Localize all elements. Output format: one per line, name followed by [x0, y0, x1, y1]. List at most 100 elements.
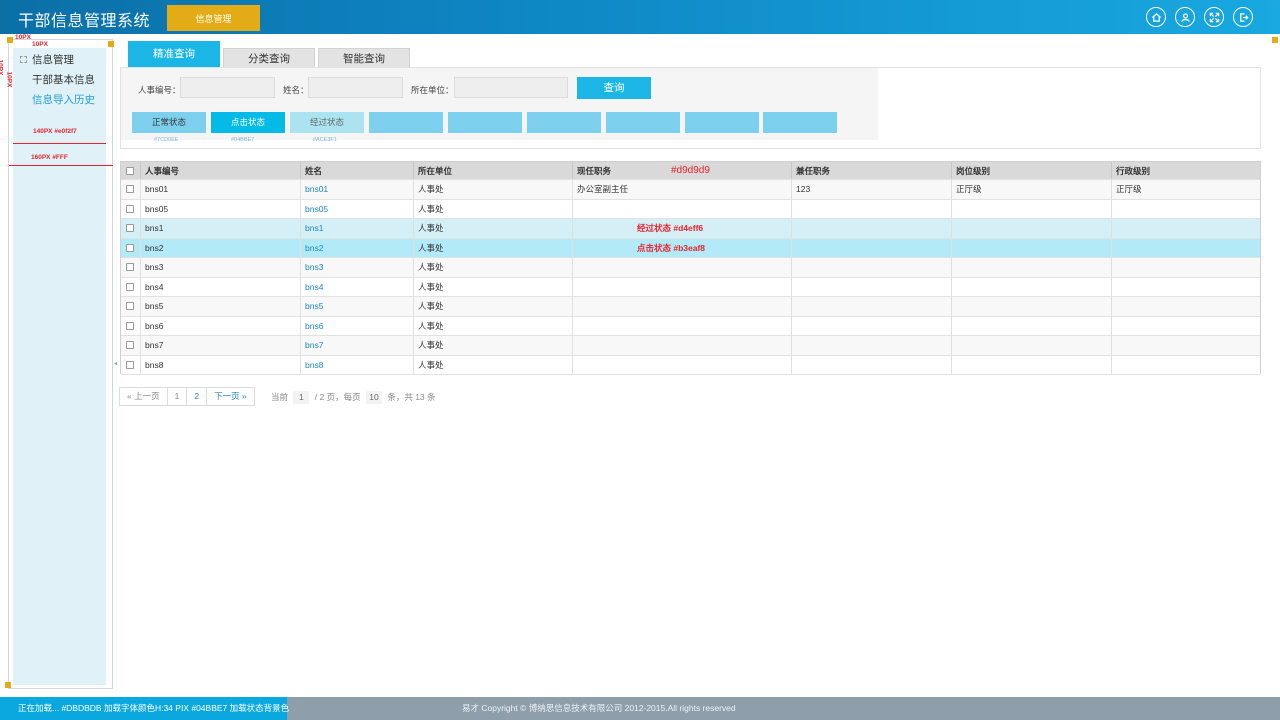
row-checkbox[interactable] [126, 224, 134, 232]
copyright-text: 易才 Copyright © 博纳思信息技术有限公司 2012-2015.All… [462, 703, 736, 713]
table-cell-post-level: 正厅级 [956, 184, 982, 194]
state-caption: #ACE3F1 [313, 137, 337, 143]
state-caption: #7CD0EE [154, 137, 179, 143]
nav-tab-info-management[interactable]: 信息管理 [167, 5, 260, 31]
name-link[interactable]: bns2 [305, 243, 323, 253]
column-header[interactable]: 岗位级别 [951, 162, 1111, 179]
row-state-annotation: 经过状态 #d4eff6 [637, 223, 704, 233]
state-button[interactable] [606, 112, 680, 133]
sidebar-item-cadre-basic-info[interactable]: 干部基本信息 [32, 72, 95, 87]
state-button[interactable] [527, 112, 601, 133]
prev-page-button[interactable]: « 上一页 [119, 387, 168, 406]
user-icon[interactable] [1175, 7, 1195, 27]
row-checkbox[interactable] [126, 204, 134, 213]
table-row[interactable]: bns05 bns05 人事处 [121, 199, 1260, 219]
name-link[interactable]: bns1 [305, 223, 323, 233]
state-button-normal[interactable]: 正常状态 [132, 112, 206, 133]
table-row[interactable]: bns6 bns6 人事处 [121, 316, 1260, 336]
pagination-info: 当前 1 / 2 页，每页 10 条，共 13 条 [271, 391, 436, 404]
table-row[interactable]: bns2 bns2 人事处 点击状态 #b3eaf8 [121, 238, 1260, 258]
collapse-arrow-icon[interactable]: ◂ [114, 360, 119, 368]
table-cell-unit: 人事处 [418, 301, 444, 311]
table-cell-unit: 人事处 [418, 184, 444, 194]
table-cell-id: bns2 [145, 242, 164, 253]
table-cell-duty: 办公室副主任 [577, 184, 629, 194]
app-header: 干部信息管理系统 信息管理 [0, 0, 1280, 34]
table-row[interactable]: bns01 bns01 人事处 办公室副主任 123 正厅级 正厅级 [121, 180, 1260, 200]
column-header[interactable]: 人事编号 [140, 162, 300, 179]
name-link[interactable]: bns5 [305, 301, 323, 311]
column-header[interactable]: 行政级别 [1111, 162, 1260, 179]
table-row[interactable]: bns8 bns8 人事处 [121, 355, 1260, 375]
fullscreen-icon[interactable] [1204, 7, 1224, 27]
unit-input[interactable] [454, 77, 568, 98]
name-link[interactable]: bns3 [305, 262, 323, 272]
row-checkbox[interactable] [126, 341, 134, 349]
table-cell-id: bns4 [145, 281, 164, 292]
table-row[interactable]: bns5 bns5 人事处 [121, 297, 1260, 317]
row-checkbox[interactable] [126, 302, 134, 310]
data-table: 人事编号 姓名 所在单位 现任职务 #d9d9d9 兼任职务 岗位级别 行政级别… [120, 161, 1261, 375]
page-number-button[interactable]: 1 [166, 387, 188, 406]
app-title: 干部信息管理系统 [18, 13, 151, 30]
table-row[interactable]: bns3 bns3 人事处 [121, 258, 1260, 278]
sidebar-item-import-history[interactable]: 信息导入历史 [32, 92, 95, 107]
next-page-button[interactable]: 下一页 » [206, 387, 255, 406]
table-cell-unit: 人事处 [418, 320, 444, 331]
column-header[interactable]: 现任职务 #d9d9d9 [572, 162, 791, 179]
sidebar-item-info-management[interactable]: 信息管理 [15, 52, 105, 68]
name-link[interactable]: bns05 [305, 204, 328, 214]
annotation-margin-left: 10PX [5, 71, 13, 88]
tab-precise-query[interactable]: 精准查询 [128, 41, 220, 67]
current-page-input[interactable]: 1 [293, 391, 310, 404]
name-link[interactable]: bns6 [305, 321, 323, 331]
select-all-checkbox[interactable] [126, 167, 134, 175]
table-cell-unit: 人事处 [418, 262, 444, 272]
table-row[interactable]: bns4 bns4 人事处 [121, 277, 1260, 297]
page-number-button[interactable]: 2 [186, 387, 208, 406]
table-cell-unit: 人事处 [418, 223, 444, 233]
tab-category-query[interactable]: 分类查询 [223, 48, 315, 67]
table-cell-admin-level: 正厅级 [1116, 184, 1142, 194]
column-header[interactable]: 姓名 [300, 162, 413, 179]
pagination: « 上一页 1 2 下一页 » [119, 387, 255, 406]
row-checkbox[interactable] [126, 243, 134, 252]
row-checkbox[interactable] [126, 263, 134, 271]
name-input[interactable] [308, 77, 403, 98]
column-header[interactable]: 所在单位 [413, 162, 572, 179]
name-label: 姓名： [283, 85, 309, 95]
personnel-no-input[interactable] [180, 77, 275, 98]
tab-smart-query[interactable]: 智能查询 [318, 48, 410, 67]
home-icon[interactable] [1146, 7, 1166, 27]
name-link[interactable]: bns7 [305, 340, 323, 350]
per-page-input[interactable]: 10 [365, 391, 382, 404]
logout-icon[interactable] [1233, 7, 1253, 27]
name-link[interactable]: bns4 [305, 282, 323, 292]
state-button[interactable] [448, 112, 522, 133]
table-cell-unit: 人事处 [418, 203, 444, 214]
corner-marker [5, 682, 11, 688]
annotation-inner-width: 140PX #e0f2f7 [33, 128, 77, 135]
row-checkbox[interactable] [126, 185, 134, 193]
unit-label: 所在单位： [411, 85, 454, 95]
state-button-click[interactable]: 点击状态 [211, 112, 285, 133]
state-button-hover[interactable]: 经过状态 [290, 112, 364, 133]
row-checkbox[interactable] [126, 282, 134, 291]
table-row[interactable]: bns1 bns1 人事处 经过状态 #d4eff6 [121, 219, 1260, 239]
table-header-row: 人事编号 姓名 所在单位 现任职务 #d9d9d9 兼任职务 岗位级别 行政级别 [121, 162, 1260, 180]
name-link[interactable]: bns8 [305, 360, 323, 370]
row-checkbox[interactable] [126, 360, 134, 369]
annotation-margin-top: 10PX [15, 34, 31, 41]
row-checkbox[interactable] [126, 321, 134, 330]
column-header[interactable]: 兼任职务 [791, 162, 951, 179]
state-button[interactable] [369, 112, 443, 133]
query-button[interactable]: 查询 [577, 77, 651, 99]
state-button[interactable] [763, 112, 837, 133]
name-link[interactable]: bns01 [305, 184, 328, 194]
table-cell-id: bns5 [145, 301, 164, 311]
state-button[interactable] [685, 112, 759, 133]
table-row[interactable]: bns7 bns7 人事处 [121, 336, 1260, 356]
annotation-outer-width: 160PX #FFF [31, 154, 68, 161]
table-cell-unit: 人事处 [418, 359, 444, 370]
table-cell-unit: 人事处 [418, 242, 444, 253]
